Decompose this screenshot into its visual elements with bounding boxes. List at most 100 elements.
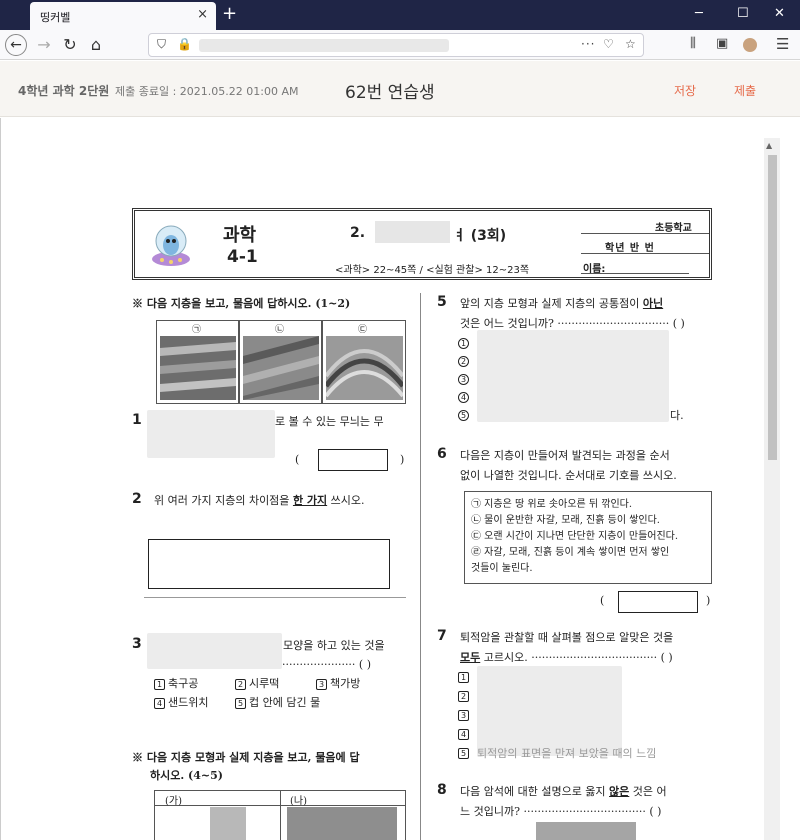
section-intro-2a: ※ 다음 지층 모형과 실제 지층을 보고, 물음에 답 [132,751,360,764]
section-intro-2b: 하시오. (4~5) [150,769,223,782]
question-7-option-2[interactable]: 2 [458,689,472,702]
question-2-answer-box[interactable] [148,539,390,589]
question-1-text: 로 볼 수 있는 무늬는 무 [275,415,384,428]
question-3-option-4[interactable]: 4 샌드위치 [154,694,208,710]
question-3-text: 모양을 하고 있는 것을 [283,639,385,652]
question-7-option-4[interactable]: 4 [458,727,472,740]
layered-rock-photo-b [243,336,319,400]
question-1-redacted [147,410,275,458]
scrollbar-thumb[interactable] [768,155,777,460]
folded-rock-photo-c [326,336,403,400]
question-3-option-3[interactable]: 3 책가방 [316,675,360,691]
option-5-mark: 5 [235,697,246,709]
name-line [581,273,689,274]
question-8-number: 8 [437,782,447,798]
question-5-option-4[interactable]: 4 [458,390,472,403]
scroll-up-icon[interactable]: ▲ [766,141,772,150]
question-5-emphasis: 아닌 [642,297,664,310]
question-8-text-a: 다음 암석에 대한 설명으로 옳지 [460,785,606,798]
rock-image-a: ㉠ [156,320,239,404]
pocket-icon[interactable]: ♡ [603,37,614,51]
worksheet-header: 과학 4-1 2. ㅕ (3회) <과학> 22~45쪽 / <실험 관찰> 1… [132,208,712,280]
menu-icon[interactable]: ☰ [776,35,789,53]
bookmark-star-icon[interactable]: ☆ [625,37,636,51]
question-5-number: 5 [437,294,447,310]
submit-button[interactable]: 제출 [734,82,756,99]
question-5-text-a: 앞의 지층 모형과 실제 지층의 공통점이 [460,297,640,310]
sidebar-icon[interactable]: ▣ [716,36,728,51]
reload-icon[interactable]: ↻ [59,34,81,56]
save-button[interactable]: 저장 [674,82,696,99]
student-name: 62번 연습생 [345,83,435,103]
option-4-mark: 4 [154,697,165,709]
tab-strip: 띵커벨 × + ─ ☐ ✕ [0,0,800,30]
rock-sample-photo [536,822,636,840]
option-1-label: 축구공 [168,677,199,690]
question-5-option-2[interactable]: 2 [458,354,472,367]
question-7-option-5[interactable]: 5 [458,746,472,759]
question-7-option-1[interactable]: 1 [458,670,472,683]
alien-mascot-icon [152,225,190,266]
question-6-answer-box[interactable] [618,591,698,613]
statement-1: ㉠ 지층은 땅 위로 솟아오른 뒤 깎인다. [471,499,633,510]
question-5-option-1[interactable]: 1 [458,336,472,349]
model-label-ga: (가) [165,796,183,807]
new-tab-button[interactable]: + [222,3,237,24]
question-1-open-paren: ( [295,453,300,466]
worksheet-subject: 과학 [223,225,257,246]
question-6-text-line2: 없이 나열한 것입니다. 순서대로 기호를 쓰시오. [460,469,677,482]
question-1-answer-box[interactable] [318,449,388,471]
account-avatar[interactable] [743,38,757,52]
question-1-number: 1 [132,412,142,428]
question-7-options-redacted [477,666,622,756]
minimize-icon[interactable]: ─ [695,6,703,21]
home-icon[interactable]: ⌂ [85,34,107,56]
real-strata-photo [287,807,397,840]
url-text-redacted [199,39,449,52]
question-2-text: 위 여러 가지 지층의 차이점을 한 가지 쓰시오. [154,491,365,510]
browser-tab[interactable]: 띵커벨 × [30,2,216,30]
window-close-icon[interactable]: ✕ [774,6,785,21]
question-5-option-5[interactable]: 5 [458,408,472,421]
maximize-icon[interactable]: ☐ [737,6,749,21]
question-7-option-3[interactable]: 3 [458,708,472,721]
forward-arrow-icon[interactable]: → [33,34,55,56]
statement-4-cont: 것들이 눌린다. [471,563,533,574]
question-3-option-2[interactable]: 2 시루떡 [235,675,279,691]
question-7-emphasis: 모두 [460,651,481,664]
close-tab-icon[interactable]: × [197,7,208,22]
option-2-mark: 2 [235,678,246,690]
question-2-underline [144,597,406,598]
image-label-b: ㉡ [275,325,285,335]
class-label: 학년 반 번 [605,243,655,254]
lock-icon: 🔒 [177,37,192,51]
question-5-options-redacted [477,330,669,422]
question-6-number: 6 [437,446,447,462]
option-3-label: 책가방 [330,677,361,690]
shield-icon[interactable]: ⛉ [157,37,166,52]
unit-number: 2. [350,225,366,241]
question-6-statements-box: ㉠ 지층은 땅 위로 솟아오른 뒤 깎인다. ㉡ 물이 운반한 자갈, 모래, … [464,491,712,584]
back-arrow-icon[interactable]: ← [5,34,27,56]
question-3-option-5[interactable]: 5컵 안에 담긴 물 [235,694,320,710]
question-2-text-a: 위 여러 가지 지층의 차이점을 [154,494,290,507]
question-2-number: 2 [132,491,142,507]
question-3-option-1[interactable]: 1 축구공 [154,675,198,691]
question-3-answer-slot[interactable]: ····················· ( ) [282,655,371,674]
question-2-text-b: 쓰시오. [330,494,365,507]
image-label-c: ㉢ [358,325,368,335]
question-7-number: 7 [437,628,447,644]
class-line [581,253,709,254]
unit-session: ㅕ (3회) [453,228,507,244]
model-label-na: (나) [290,796,308,807]
school-line [581,233,709,234]
address-bar[interactable]: ⛉ 🔒 ··· ♡ ☆ [148,33,644,57]
library-icon[interactable]: ⫼ [690,36,696,51]
question-7-text-line2: 모두 고르시오. ·······························… [460,648,673,667]
question-5-option-3[interactable]: 3 [458,372,472,385]
more-actions-icon[interactable]: ··· [581,37,595,51]
option-2-label: 시루떡 [249,677,280,690]
rock-image-c: ㉢ [322,320,406,404]
model-table-divider [280,791,281,840]
page-range: <과학> 22~45쪽 / <실험 관찰> 12~23쪽 [335,265,530,276]
